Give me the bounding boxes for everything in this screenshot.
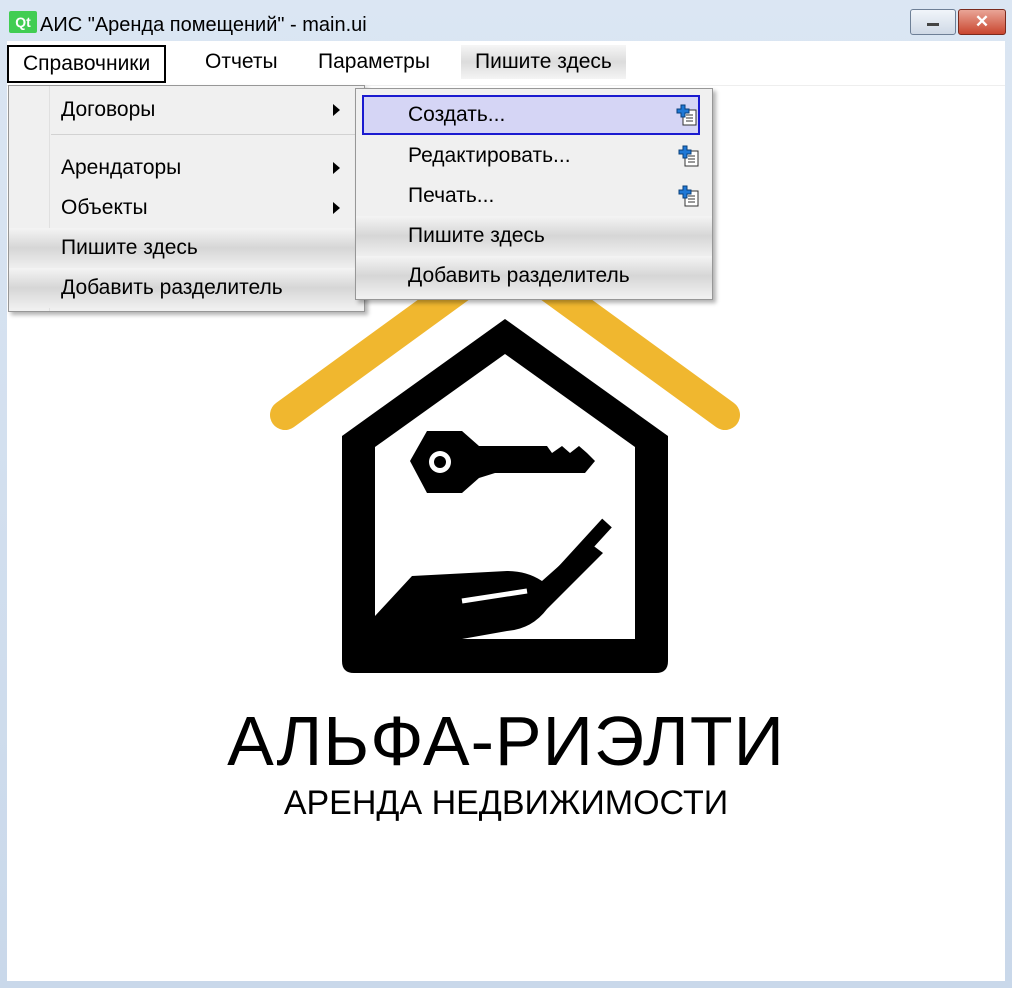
menu-item-create[interactable]: Создать...	[362, 95, 700, 135]
menu-item-label: Договоры	[61, 98, 156, 121]
contracts-submenu: Создать... Редактировать... Печать... Пи…	[355, 88, 713, 300]
menu-item-add-separator[interactable]: Добавить разделитель	[9, 268, 364, 308]
menu-item-print[interactable]: Печать...	[356, 176, 712, 216]
close-button[interactable]: ✕	[958, 9, 1006, 35]
menu-separator	[51, 134, 362, 135]
new-document-icon	[678, 185, 699, 207]
qt-logo-icon: Qt	[9, 11, 37, 33]
new-document-icon	[676, 104, 697, 126]
menu-item-label: Создать...	[408, 103, 506, 126]
menu-item-edit[interactable]: Редактировать...	[356, 136, 712, 176]
menu-item-label: Пишите здесь	[61, 236, 198, 259]
menu-item-label: Печать...	[408, 184, 495, 207]
menu-item-type-here[interactable]: Пишите здесь	[356, 216, 712, 256]
menu-item-label: Добавить разделитель	[61, 276, 283, 299]
menu-item-contracts[interactable]: Договоры	[9, 90, 364, 130]
app-window: Qt АИС "Аренда помещений" - main.ui ✕ Сп…	[0, 0, 1012, 988]
window-title: АИС "Аренда помещений" - main.ui	[40, 14, 367, 36]
menu-item-add-separator[interactable]: Добавить разделитель	[356, 256, 712, 296]
reference-books-menu: Договоры Арендаторы Объекты Пишите здесь…	[8, 85, 365, 312]
minimize-button[interactable]	[910, 9, 956, 35]
brand-title: АЛЬФА-РИЭЛТИ	[227, 702, 785, 780]
menu-item-tenants[interactable]: Арендаторы	[9, 148, 364, 188]
submenu-arrow-icon	[333, 104, 340, 116]
close-icon: ✕	[974, 12, 990, 31]
menu-item-label: Арендаторы	[61, 156, 182, 179]
menu-item-objects[interactable]: Объекты	[9, 188, 364, 228]
submenu-arrow-icon	[333, 162, 340, 174]
brand-subtitle: АРЕНДА НЕДВИЖИМОСТИ	[283, 784, 729, 822]
menu-item-label: Редактировать...	[408, 144, 571, 167]
title-bar: Qt АИС "Аренда помещений" - main.ui ✕	[0, 0, 1012, 40]
menu-item-label: Пишите здесь	[408, 224, 545, 247]
menu-item-type-here[interactable]: Пишите здесь	[9, 228, 364, 268]
menu-item-label: Добавить разделитель	[408, 264, 630, 287]
submenu-arrow-icon	[333, 202, 340, 214]
menu-item-label: Объекты	[61, 196, 148, 219]
new-document-icon	[678, 145, 699, 167]
